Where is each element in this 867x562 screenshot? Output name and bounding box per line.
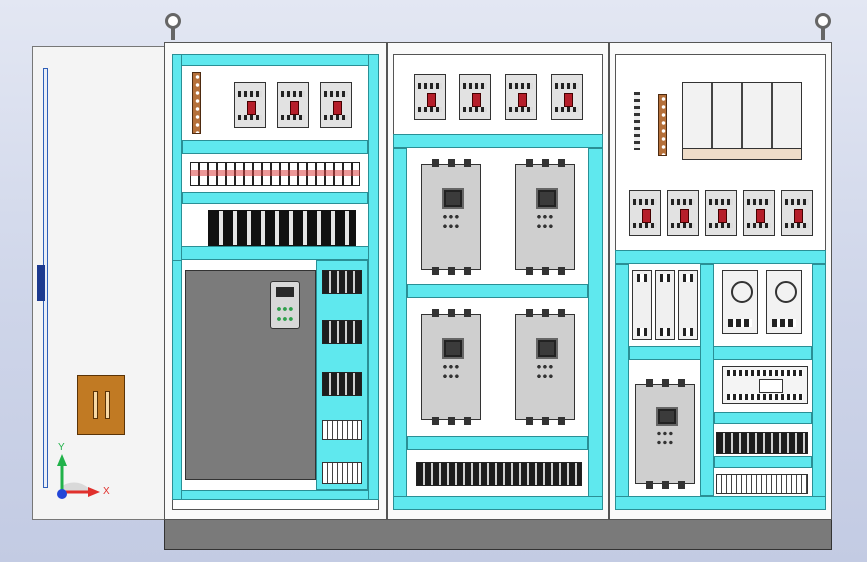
contactor-bank [682,82,802,152]
variable-frequency-drive-icon[interactable] [421,159,481,275]
circuit-breaker-icon[interactable] [551,74,583,120]
y-axis-label: Y [58,442,65,453]
circuit-breaker-icon[interactable] [629,190,661,236]
door-handle[interactable] [77,375,125,435]
terminal-block-icon [322,270,362,294]
plc-module[interactable] [722,366,808,404]
enclosure-base [164,518,832,550]
busbar-icon [192,72,201,134]
circuit-breaker-icon[interactable] [320,82,352,128]
variable-frequency-drive-icon[interactable] [421,309,481,425]
power-supply-icon [722,270,758,334]
variable-frequency-drive-icon[interactable] [635,379,695,489]
fuse-holder[interactable] [632,270,652,340]
terminal-block-icon [716,432,808,454]
circuit-breaker-icon[interactable] [667,190,699,236]
lifting-eye-icon [815,13,831,29]
circuit-breaker-icon[interactable] [743,190,775,236]
circuit-breaker-icon[interactable] [505,74,537,120]
circuit-breaker-icon[interactable] [781,190,813,236]
circuit-breaker-icon[interactable] [459,74,491,120]
x-axis-arrow [88,487,100,497]
variable-frequency-drive-icon[interactable] [185,270,316,480]
busbar-icon [658,94,667,156]
circuit-breaker-icon[interactable] [705,190,737,236]
terminal-block-icon [322,462,362,484]
circuit-breaker-icon[interactable] [414,74,446,120]
variable-frequency-drive-icon[interactable] [515,159,575,275]
x-axis-label: X [103,486,110,497]
power-supply-icon [766,270,802,334]
terminal-block-icon [322,420,362,440]
terminal-block-icon [716,474,808,494]
din-rail-strip [634,92,640,150]
fuse-holder[interactable] [678,270,698,340]
fuse-holder[interactable] [655,270,675,340]
circuit-breaker-icon[interactable] [277,82,309,128]
terminal-block-icon [322,372,362,396]
door-latch[interactable] [37,265,45,301]
terminal-block-icon [322,320,362,344]
terminal-block-icon [416,462,582,486]
z-axis-dot [57,489,67,499]
relay-row [208,210,356,246]
lifting-eye-icon [165,13,181,29]
y-axis-arrow [57,454,67,466]
circuit-breaker-icon[interactable] [234,82,266,128]
variable-frequency-drive-icon[interactable] [515,309,575,425]
